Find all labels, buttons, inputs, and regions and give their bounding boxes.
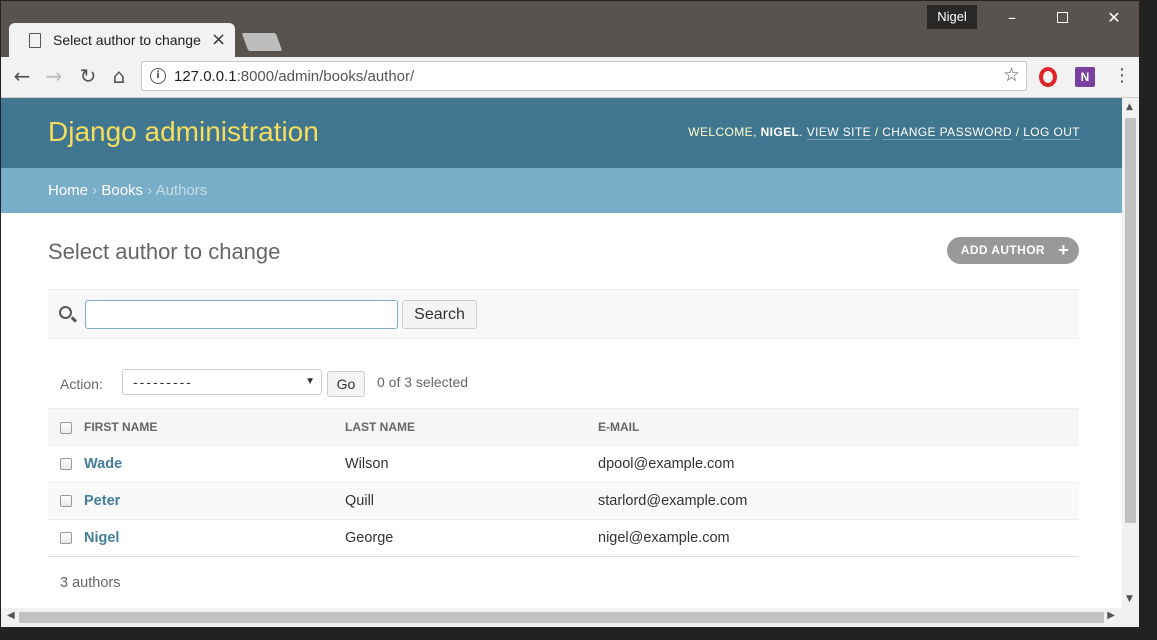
breadcrumb-books[interactable]: Books [101, 182, 143, 199]
first-name-cell: Wade [84, 445, 345, 483]
log-out-link[interactable]: LOG OUT [1023, 125, 1080, 140]
maximize-button[interactable] [1047, 7, 1077, 29]
column-header-email[interactable]: E-MAIL [598, 408, 1079, 446]
close-tab-icon[interactable]: × [211, 29, 226, 50]
profile-button[interactable]: Nigel [927, 5, 977, 29]
onenote-extension-icon[interactable]: N [1075, 67, 1095, 87]
search-toolbar: Search [48, 289, 1079, 339]
author-link[interactable]: Wade [84, 456, 122, 472]
page-title: Select author to change [48, 239, 281, 264]
view-site-link[interactable]: VIEW SITE [806, 125, 871, 140]
change-password-link[interactable]: CHANGE PASSWORD [882, 125, 1012, 140]
row-checkbox[interactable] [60, 458, 72, 471]
action-select[interactable]: --------- ▼ [122, 369, 322, 395]
first-name-cell: Peter [84, 482, 345, 520]
plus-icon: + [1058, 240, 1069, 260]
new-tab-button[interactable] [241, 33, 283, 51]
welcome-text: WELCOME, [688, 125, 761, 139]
email-cell: starlord@example.com [598, 482, 1079, 520]
star-icon[interactable]: ☆ [1003, 64, 1020, 86]
user-tools: WELCOME, NIGEL. VIEW SITE / CHANGE PASSW… [688, 125, 1080, 140]
url-path: :8000/admin/books/author/ [236, 68, 415, 85]
first-name-cell: Nigel [84, 519, 345, 557]
action-label: Action: [60, 376, 103, 392]
go-button[interactable]: Go [327, 371, 365, 397]
column-header-first-name[interactable]: FIRST NAME [84, 408, 345, 446]
url-host: 127.0.0.1 [174, 68, 237, 85]
author-link[interactable]: Peter [84, 493, 120, 509]
action-selected-option: --------- [133, 374, 193, 390]
add-author-button[interactable]: ADD AUTHOR + [946, 237, 1079, 264]
address-bar[interactable]: i 127.0.0.1:8000/admin/books/author/ ☆ [141, 61, 1027, 91]
vertical-scroll-thumb[interactable] [1125, 118, 1136, 523]
row-checkbox[interactable] [60, 532, 72, 545]
column-header-last-name[interactable]: LAST NAME [345, 408, 598, 446]
scroll-down-icon[interactable]: ▼ [1126, 594, 1133, 604]
row-select-cell [48, 519, 84, 557]
horizontal-scrollbar[interactable]: ◀ ▶ [1, 608, 1139, 627]
breadcrumb-separator: › [143, 182, 156, 199]
select-all-cell [48, 408, 84, 446]
horizontal-scroll-thumb[interactable] [19, 612, 1104, 623]
actions-bar: Action: --------- ▼ Go 0 of 3 selected [48, 363, 1079, 403]
breadcrumb: Home › Books › Authors [1, 168, 1122, 213]
results-table: FIRST NAME LAST NAME E-MAIL Wade Wilson … [48, 408, 1079, 557]
selected-count: 0 of 3 selected [377, 374, 469, 390]
row-select-cell [48, 445, 84, 483]
search-input[interactable] [85, 300, 398, 329]
add-author-label: ADD AUTHOR [960, 243, 1045, 257]
last-name-cell: Wilson [345, 445, 598, 483]
info-icon[interactable]: i [150, 68, 166, 84]
breadcrumb-current: Authors [155, 182, 208, 199]
browser-window: Select author to change | Django site ad… [1, 1, 1139, 627]
table-row: Peter Quill starlord@example.com [48, 482, 1079, 520]
search-button[interactable]: Search [402, 300, 477, 329]
kebab-menu-icon[interactable]: ⋮ [1113, 65, 1131, 86]
last-name-cell: George [345, 519, 598, 557]
url-text: 127.0.0.1:8000/admin/books/author/ [174, 68, 414, 85]
breadcrumb-separator: › [88, 182, 102, 199]
maximize-icon [1056, 12, 1068, 23]
page-viewport: Django administration WELCOME, NIGEL. VI… [1, 98, 1122, 608]
vertical-scrollbar[interactable]: ▲ ▼ [1122, 98, 1139, 608]
home-icon[interactable]: ⌂ [106, 63, 132, 89]
separator: / [1011, 125, 1024, 139]
close-window-button[interactable]: ✕ [1099, 7, 1129, 29]
paginator: 3 authors [48, 556, 1079, 608]
last-name-cell: Quill [345, 482, 598, 520]
dropdown-caret-icon: ▼ [305, 376, 315, 387]
row-checkbox[interactable] [60, 495, 72, 508]
breadcrumb-home[interactable]: Home [48, 182, 88, 199]
opera-extension-icon[interactable] [1039, 67, 1057, 87]
table-row: Nigel George nigel@example.com [48, 519, 1079, 557]
select-all-checkbox[interactable] [60, 421, 72, 434]
site-branding[interactable]: Django administration [48, 116, 319, 148]
minimize-button[interactable]: – [997, 7, 1027, 29]
author-link[interactable]: Nigel [84, 530, 119, 546]
separator: / [870, 125, 883, 139]
table-row: Wade Wilson dpool@example.com [48, 445, 1079, 483]
reload-icon[interactable]: ↻ [75, 63, 101, 89]
back-arrow-icon[interactable]: ← [9, 63, 35, 89]
email-cell: dpool@example.com [598, 445, 1079, 483]
scroll-up-icon[interactable]: ▲ [1126, 102, 1133, 112]
tab-title: Select author to change | Django site ad… [53, 32, 205, 48]
scroll-right-icon[interactable]: ▶ [1107, 610, 1115, 621]
admin-header: Django administration WELCOME, NIGEL. VI… [1, 98, 1122, 168]
browser-toolbar: ← → ↻ ⌂ i 127.0.0.1:8000/admin/books/aut… [1, 57, 1139, 98]
page-icon [29, 33, 41, 48]
row-select-cell [48, 482, 84, 520]
email-cell: nigel@example.com [598, 519, 1079, 557]
search-icon [59, 306, 72, 319]
forward-arrow-icon[interactable]: → [41, 63, 67, 89]
username: NIGEL [760, 125, 800, 139]
title-bar: Select author to change | Django site ad… [1, 1, 1139, 57]
browser-tab[interactable]: Select author to change | Django site ad… [9, 23, 235, 57]
scroll-left-icon[interactable]: ◀ [7, 610, 15, 621]
table-header-row: FIRST NAME LAST NAME E-MAIL [48, 408, 1079, 446]
